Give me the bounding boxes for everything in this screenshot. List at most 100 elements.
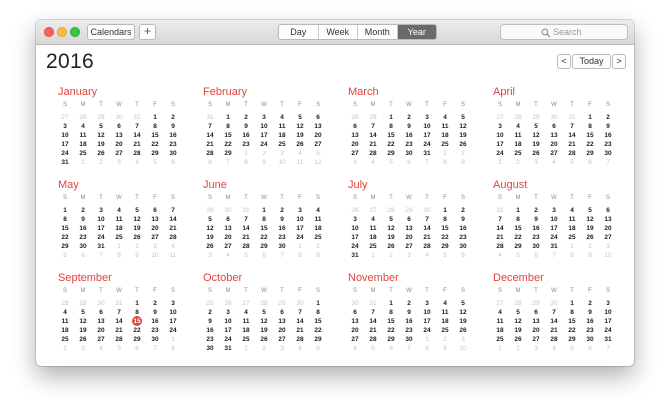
day-cell[interactable]: 7 <box>201 122 219 131</box>
day-cell[interactable]: 14 <box>110 317 128 326</box>
day-cell[interactable]: 6 <box>581 344 599 353</box>
day-cell[interactable]: 30 <box>291 299 309 308</box>
day-cell[interactable]: 11 <box>291 158 309 167</box>
day-cell[interactable]: 11 <box>436 122 454 131</box>
day-cell[interactable]: 6 <box>346 308 364 317</box>
day-cell[interactable]: 3 <box>599 242 617 251</box>
day-cell[interactable]: 25 <box>364 242 382 251</box>
day-cell[interactable]: 11 <box>491 317 509 326</box>
day-cell[interactable]: 11 <box>364 224 382 233</box>
day-cell[interactable]: 4 <box>74 122 92 131</box>
day-cell[interactable]: 7 <box>599 158 617 167</box>
day-cell[interactable]: 22 <box>146 140 164 149</box>
day-cell[interactable]: 8 <box>255 215 273 224</box>
day-cell[interactable]: 20 <box>599 224 617 233</box>
day-cell[interactable]: 29 <box>273 299 291 308</box>
day-cell[interactable]: 6 <box>527 308 545 317</box>
day-cell[interactable]: 10 <box>273 158 291 167</box>
day-cell[interactable]: 4 <box>563 206 581 215</box>
day-cell[interactable]: 22 <box>581 140 599 149</box>
day-cell[interactable]: 10 <box>599 251 617 260</box>
day-cell[interactable]: 2 <box>164 113 182 122</box>
day-cell[interactable]: 1 <box>563 242 581 251</box>
day-cell[interactable]: 15 <box>146 131 164 140</box>
day-cell[interactable]: 31 <box>237 206 255 215</box>
day-cell[interactable]: 23 <box>74 233 92 242</box>
day-cell[interactable]: 4 <box>436 113 454 122</box>
day-cell[interactable]: 30 <box>201 344 219 353</box>
day-cell[interactable]: 7 <box>563 122 581 131</box>
day-cell[interactable]: 4 <box>364 158 382 167</box>
day-cell[interactable]: 8 <box>563 251 581 260</box>
day-cell[interactable]: 9 <box>74 215 92 224</box>
day-cell[interactable]: 13 <box>527 317 545 326</box>
day-cell[interactable]: 22 <box>382 140 400 149</box>
day-cell[interactable]: 28 <box>545 335 563 344</box>
day-cell[interactable]: 4 <box>509 122 527 131</box>
day-cell[interactable]: 14 <box>201 131 219 140</box>
day-cell[interactable]: 17 <box>346 233 364 242</box>
day-cell[interactable]: 22 <box>436 233 454 242</box>
day-cell[interactable]: 26 <box>382 242 400 251</box>
day-cell[interactable]: 28 <box>364 149 382 158</box>
day-cell[interactable]: 6 <box>146 206 164 215</box>
day-cell[interactable]: 5 <box>309 344 327 353</box>
day-cell[interactable]: 30 <box>110 113 128 122</box>
day-cell[interactable]: 16 <box>454 224 472 233</box>
day-cell[interactable]: 21 <box>491 233 509 242</box>
day-cell[interactable]: 6 <box>400 215 418 224</box>
day-cell[interactable]: 9 <box>146 308 164 317</box>
day-cell[interactable]: 29 <box>364 113 382 122</box>
day-cell[interactable]: 4 <box>273 113 291 122</box>
day-cell[interactable]: 16 <box>164 131 182 140</box>
day-cell[interactable]: 30 <box>545 299 563 308</box>
day-cell[interactable]: 1 <box>128 299 146 308</box>
day-cell[interactable]: 17 <box>599 317 617 326</box>
day-cell[interactable]: 20 <box>309 131 327 140</box>
day-cell[interactable]: 10 <box>291 215 309 224</box>
day-cell[interactable]: 10 <box>491 131 509 140</box>
day-cell[interactable]: 30 <box>346 299 364 308</box>
day-cell[interactable]: 16 <box>237 131 255 140</box>
day-cell[interactable]: 16 <box>400 131 418 140</box>
day-cell[interactable]: 31 <box>491 206 509 215</box>
day-cell[interactable]: 5 <box>201 215 219 224</box>
day-cell[interactable]: 19 <box>291 131 309 140</box>
day-cell[interactable]: 11 <box>56 317 74 326</box>
day-cell[interactable]: 5 <box>56 251 74 260</box>
day-cell[interactable]: 25 <box>309 233 327 242</box>
day-cell[interactable]: 8 <box>382 308 400 317</box>
day-cell[interactable]: 14 <box>364 131 382 140</box>
day-cell[interactable]: 3 <box>92 206 110 215</box>
day-cell[interactable]: 28 <box>128 149 146 158</box>
day-cell[interactable]: 1 <box>146 113 164 122</box>
day-cell[interactable]: 7 <box>164 206 182 215</box>
day-cell[interactable]: 8 <box>164 344 182 353</box>
day-cell[interactable]: 5 <box>237 251 255 260</box>
day-cell[interactable]: 28 <box>563 149 581 158</box>
day-cell[interactable]: 3 <box>291 206 309 215</box>
day-cell[interactable]: 23 <box>454 233 472 242</box>
day-cell[interactable]: 12 <box>454 122 472 131</box>
day-cell[interactable]: 13 <box>92 317 110 326</box>
day-cell[interactable]: 19 <box>509 326 527 335</box>
day-cell[interactable]: 30 <box>92 299 110 308</box>
day-cell[interactable]: 8 <box>436 215 454 224</box>
day-cell[interactable]: 24 <box>219 335 237 344</box>
day-cell[interactable]: 12 <box>291 122 309 131</box>
day-cell[interactable]: 18 <box>436 131 454 140</box>
day-cell[interactable]: 18 <box>509 140 527 149</box>
day-cell[interactable]: 22 <box>382 326 400 335</box>
day-cell[interactable]: 11 <box>273 122 291 131</box>
day-cell[interactable]: 2 <box>436 335 454 344</box>
day-cell[interactable]: 18 <box>309 224 327 233</box>
day-cell[interactable]: 31 <box>201 113 219 122</box>
day-cell[interactable]: 30 <box>418 206 436 215</box>
day-cell[interactable]: 3 <box>255 113 273 122</box>
day-cell[interactable]: 26 <box>128 233 146 242</box>
day-cell[interactable]: 27 <box>273 335 291 344</box>
day-cell[interactable]: 22 <box>128 326 146 335</box>
day-cell[interactable]: 30 <box>273 242 291 251</box>
day-cell[interactable]: 21 <box>418 233 436 242</box>
day-cell[interactable]: 15 <box>563 317 581 326</box>
